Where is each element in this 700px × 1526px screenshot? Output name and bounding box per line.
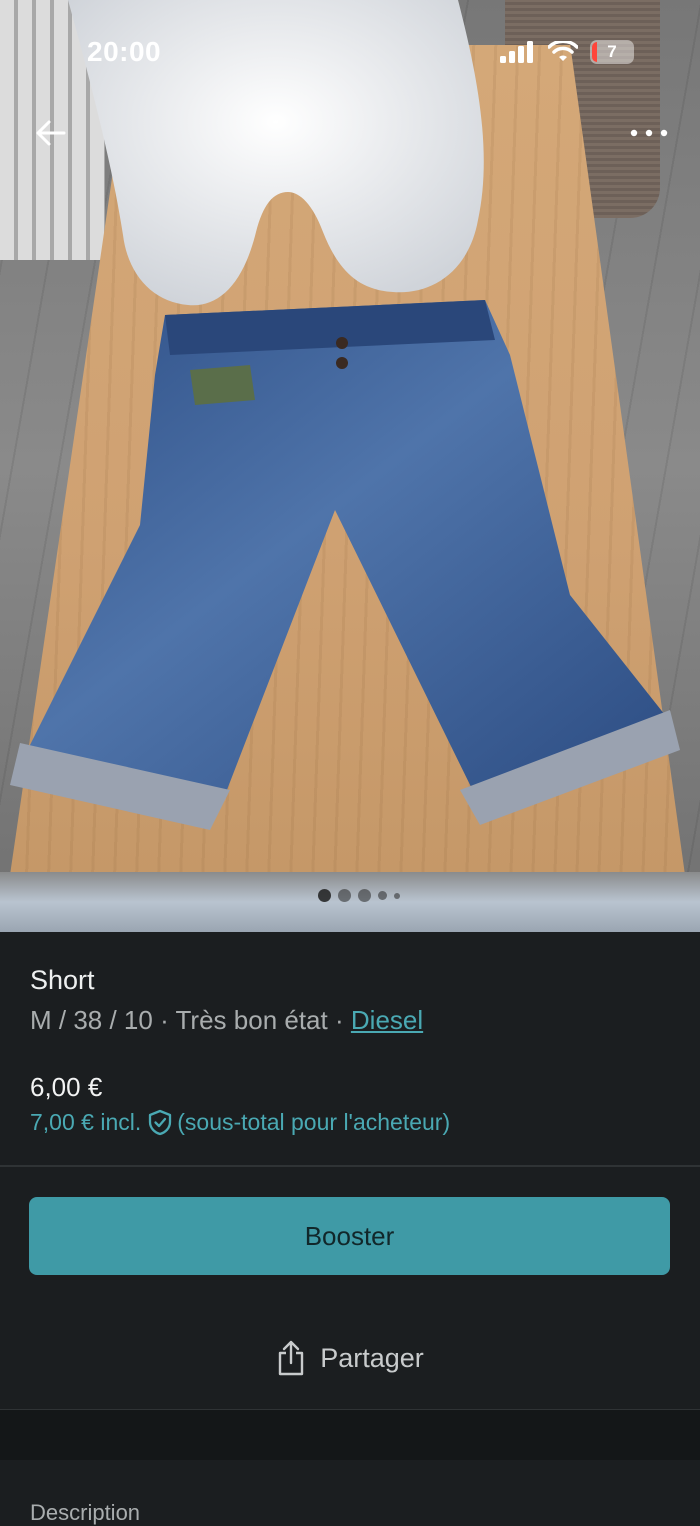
arrow-left-icon [36,120,66,146]
price-incl: 7,00 € incl. [30,1109,142,1135]
back-button[interactable] [30,112,72,154]
price-incl-note: (sous-total pour l'acheteur) [177,1109,451,1135]
item-condition: Très bon état [175,1005,328,1035]
description-heading: Description [30,1500,141,1525]
share-button[interactable]: Partager [0,1322,700,1394]
more-horizontal-icon [630,129,668,137]
gallery-pagination[interactable] [318,889,400,902]
product-photo[interactable]: 20:00 7 [0,0,700,932]
pagination-dot[interactable] [338,889,351,902]
boost-button[interactable]: Booster [29,1197,670,1275]
share-icon [279,1340,304,1376]
pagination-dot-active[interactable] [318,889,331,902]
item-meta: M / 38 / 10 · Très bon état · Diesel [30,1005,423,1036]
battery-level: 7 [607,42,617,61]
item-size: M / 38 / 10 [30,1005,153,1035]
item-price: 6,00 € [30,1072,103,1102]
brand-link[interactable]: Diesel [351,1005,423,1035]
item-title: Short [30,965,95,995]
wifi-icon [548,41,578,61]
pagination-dot[interactable] [394,892,400,899]
buyer-protection-price[interactable]: 7,00 € incl. (sous-total pour l'acheteur… [30,1109,450,1136]
section-spacer [0,1410,700,1460]
status-indicators: 7 [500,38,634,66]
status-time: 20:00 [87,36,162,67]
battery-icon: 7 [590,40,634,64]
photo-bottom-strip [0,872,700,932]
pagination-dot[interactable] [358,889,371,902]
share-label: Partager [320,1342,424,1373]
more-options-button[interactable] [625,112,673,154]
meta-separator: · [334,1005,344,1035]
photo-denim-shorts [10,300,680,830]
shield-check-icon [149,1109,172,1136]
pagination-dot[interactable] [378,891,387,900]
meta-separator: · [160,1005,169,1035]
cellular-signal-icon [500,41,533,63]
divider [0,1165,700,1167]
